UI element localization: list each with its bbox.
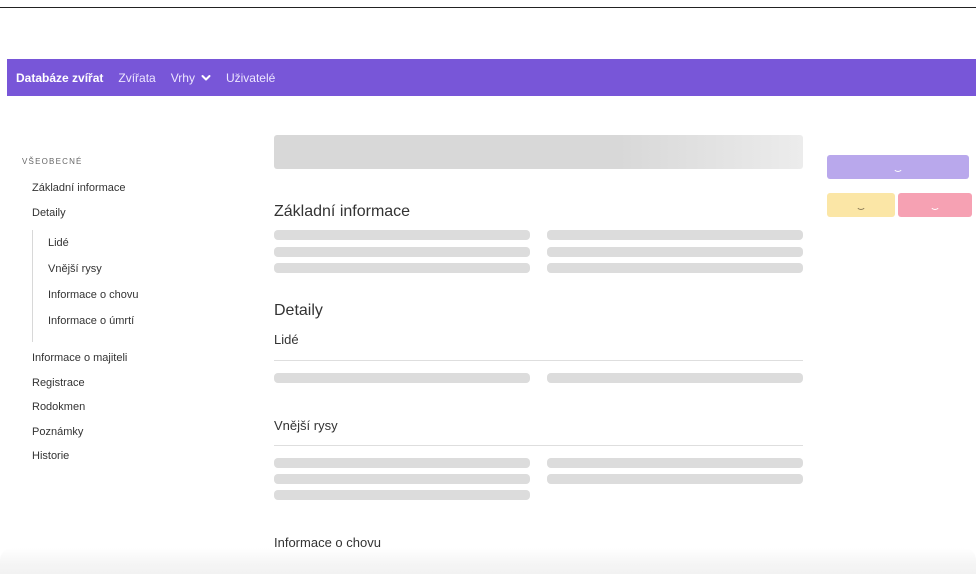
navbar: Databáze zvířat Zvířata Vrhy Uživatelé	[7, 59, 976, 96]
bottom-panel-edge	[0, 548, 976, 574]
loading-spinner-icon	[930, 200, 940, 210]
sidebar-item-historie[interactable]: Historie	[22, 449, 222, 474]
skeleton-line	[274, 490, 530, 500]
sidebar-item-detaily[interactable]: Detaily	[22, 206, 222, 231]
loading-spinner-icon	[893, 162, 903, 172]
sidebar-item-registrace[interactable]: Registrace	[22, 376, 222, 401]
chevron-down-icon	[201, 73, 211, 83]
sidebar-heading: VŠEOBECNÉ	[22, 157, 83, 166]
skeleton-line	[547, 230, 803, 240]
top-divider	[0, 7, 976, 8]
sidebar-subitem-informace-o-chovu[interactable]: Informace o chovu	[48, 288, 222, 314]
sidebar-subitem-vnejsi-rysy[interactable]: Vnější rysy	[48, 262, 222, 288]
section-title-details: Detaily	[274, 302, 323, 319]
section-title-basic: Základní informace	[274, 203, 411, 220]
title-skeleton	[274, 135, 803, 169]
subsection-title-appearance: Vnější rysy	[274, 418, 338, 433]
subsection-title-people: Lidé	[274, 332, 299, 347]
skeleton-line	[274, 263, 530, 273]
skeleton-line	[274, 474, 530, 484]
divider	[274, 445, 803, 446]
sidebar-subitem-lide[interactable]: Lidé	[48, 236, 222, 262]
sidebar-item-poznamky[interactable]: Poznámky	[22, 425, 222, 450]
sidebar: VŠEOBECNÉ Základní informace Detaily Lid…	[22, 157, 222, 474]
nav-dropdown-label: Vrhy	[170, 70, 195, 85]
warning-action-button[interactable]	[827, 193, 895, 217]
skeleton-line	[274, 247, 530, 257]
skeleton-line	[547, 247, 803, 257]
skeleton-line	[547, 263, 803, 273]
sidebar-submenu: Lidé Vnější rysy Informace o chovu Infor…	[32, 230, 222, 342]
nav-link-zvirata[interactable]: Zvířata	[118, 71, 155, 85]
brand-link[interactable]: Databáze zvířat	[16, 71, 103, 85]
loading-spinner-icon	[856, 200, 866, 210]
sidebar-item-rodokmen[interactable]: Rodokmen	[22, 400, 222, 425]
skeleton-line	[274, 373, 530, 383]
divider	[274, 360, 803, 361]
save-button[interactable]	[827, 155, 969, 179]
nav-link-uzivatele[interactable]: Uživatelé	[226, 71, 275, 85]
nav-dropdown-vrhy[interactable]: Vrhy	[171, 71, 211, 85]
skeleton-line	[274, 458, 530, 468]
sidebar-item-informace-o-majiteli[interactable]: Informace o majiteli	[22, 351, 222, 376]
sidebar-item-zakladni-informace[interactable]: Základní informace	[22, 181, 222, 206]
delete-button[interactable]	[898, 193, 972, 217]
skeleton-line	[547, 373, 803, 383]
skeleton-line	[547, 474, 803, 484]
skeleton-line	[274, 230, 530, 240]
skeleton-line	[547, 458, 803, 468]
sidebar-subitem-informace-o-umrti[interactable]: Informace o úmrtí	[48, 314, 222, 340]
